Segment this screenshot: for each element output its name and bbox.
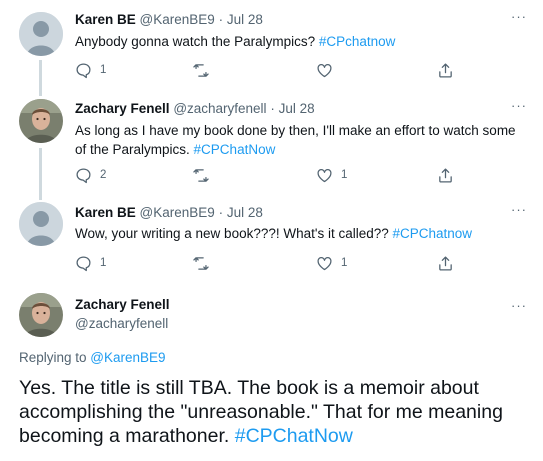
replying-to: Replying to @KarenBE9 [19,350,166,365]
retweet-icon [193,168,209,182]
avatar[interactable] [19,202,63,246]
tweet-actions: 2 1 [75,166,465,184]
tweet-date[interactable]: Jul 28 [279,101,315,116]
share-icon [439,62,452,78]
replying-to-handle[interactable]: @KarenBE9 [90,350,165,365]
author-name[interactable]: Zachary Fenell [75,101,170,116]
hashtag-link[interactable]: #CPchatnow [319,34,396,49]
tweet-date[interactable]: Jul 28 [227,12,263,27]
like-icon [317,168,332,182]
author-name[interactable]: Karen BE [75,205,136,220]
tweet-1[interactable]: Karen BE @KarenBE9 · Jul 28 ··· Anybody … [0,0,543,92]
like-icon [317,256,332,270]
reply-icon [76,62,91,78]
thread-line [39,188,42,200]
author-handle[interactable]: @zacharyfenell [173,101,266,116]
like-button[interactable]: 1 [316,166,347,184]
like-icon [317,63,332,77]
author-handle[interactable]: @KarenBE9 [140,12,215,27]
like-count: 1 [341,169,348,181]
tweet-2[interactable]: Zachary Fenell @zacharyfenell · Jul 28 ·… [0,88,543,192]
avatar[interactable] [19,293,63,337]
author-handle[interactable]: @KarenBE9 [140,205,215,220]
share-button[interactable] [437,254,454,272]
retweet-icon [193,256,209,270]
like-button[interactable] [316,61,333,79]
avatar[interactable] [19,99,63,143]
reply-button[interactable]: 2 [75,166,106,184]
reply-button[interactable]: 1 [75,254,106,272]
like-count: 1 [341,257,348,269]
share-icon [439,167,452,183]
reply-count: 1 [100,64,107,76]
share-button[interactable] [437,61,454,79]
tweet-actions: 1 1 [75,254,465,272]
more-button[interactable]: ··· [511,202,527,217]
profile-photo-icon [19,99,63,143]
author-name[interactable]: Zachary Fenell [75,297,170,312]
share-icon [439,255,452,271]
more-button[interactable]: ··· [511,298,527,313]
more-icon: ··· [511,98,527,113]
tweet-text-plain: Anybody gonna watch the Paralympics? [75,34,319,49]
retweet-button[interactable] [192,166,210,184]
tweet-text-plain: Wow, your writing a new book???! What's … [75,226,393,241]
tweet-text: Anybody gonna watch the Paralympics? #CP… [75,32,527,51]
tweet-date[interactable]: Jul 28 [227,205,263,220]
reply-count: 1 [100,257,107,269]
reply-icon [76,167,91,183]
tweet-text: As long as I have my book done by then, … [75,121,527,159]
share-button[interactable] [437,166,454,184]
more-button[interactable]: ··· [511,9,527,24]
like-button[interactable]: 1 [316,254,347,272]
default-avatar-icon [19,202,63,246]
tweet-header: Karen BE @KarenBE9 · Jul 28 [75,204,263,222]
retweet-icon [193,63,209,77]
hashtag-link[interactable]: #CPChatNow [235,425,353,447]
hashtag-link[interactable]: #CPChatnow [393,226,473,241]
tweet-text: Wow, your writing a new book???! What's … [75,224,527,243]
reply-count: 2 [100,169,107,181]
tweet-actions: 1 [75,61,465,79]
main-tweet-text: Yes. The title is still TBA. The book is… [19,376,534,448]
author-name[interactable]: Karen BE [75,12,136,27]
more-icon: ··· [511,9,527,24]
reply-button[interactable]: 1 [75,61,106,79]
profile-photo-icon [19,293,63,337]
thread-line [39,148,42,192]
separator-dot: · [218,205,224,220]
tweet-header: Karen BE @KarenBE9 · Jul 28 [75,11,263,29]
more-icon: ··· [511,202,527,217]
retweet-button[interactable] [192,61,210,79]
hashtag-link[interactable]: #CPChatNow [194,142,276,157]
separator-dot: · [270,101,275,116]
retweet-button[interactable] [192,254,210,272]
separator-dot: · [218,12,224,27]
default-avatar-icon [19,12,63,56]
tweet-header: Zachary Fenell @zacharyfenell · Jul 28 [75,100,315,118]
more-button[interactable]: ··· [511,98,527,113]
reply-icon [76,255,91,271]
author-handle[interactable]: @zacharyfenell [75,316,168,331]
more-icon: ··· [511,298,527,313]
avatar[interactable] [19,12,63,56]
replying-to-label: Replying to [19,350,91,365]
tweet-text-plain: As long as I have my book done by then, … [75,123,516,157]
thread-line [39,88,42,96]
tweet-3[interactable]: Karen BE @KarenBE9 · Jul 28 ··· Wow, you… [0,188,543,285]
